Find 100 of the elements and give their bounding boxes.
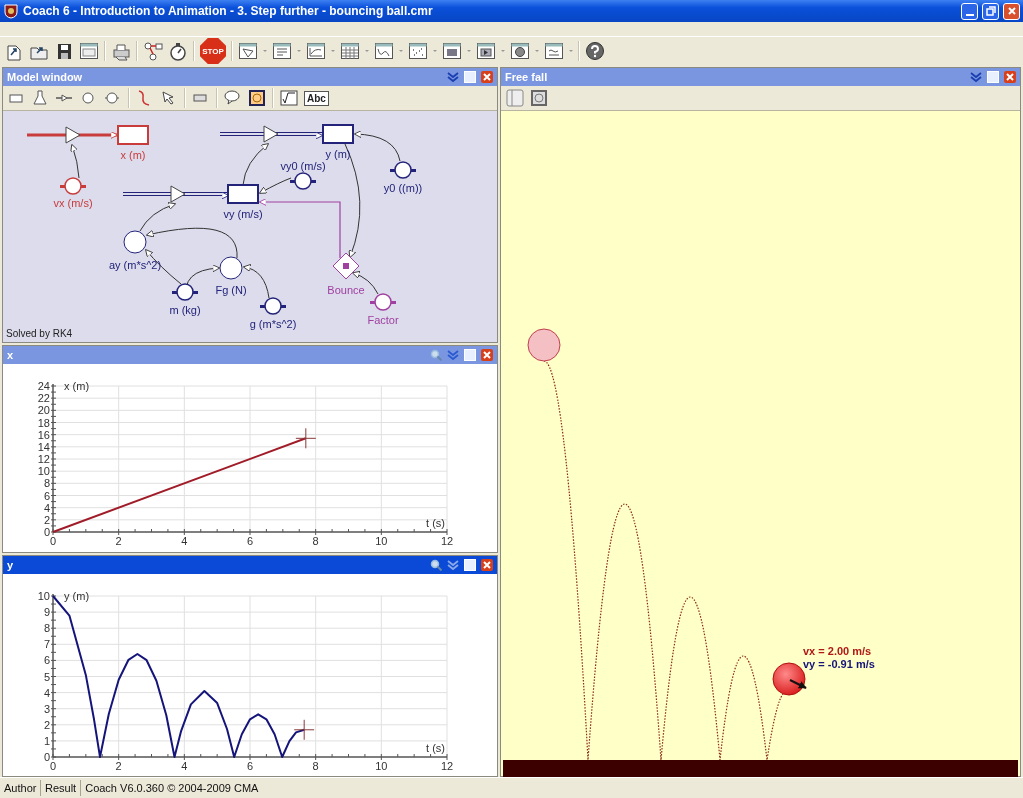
list-window-icon[interactable] [272, 41, 292, 61]
axis-label: x (m) [64, 380, 90, 393]
text-tool-button[interactable]: Abc [304, 90, 329, 106]
printer-icon[interactable] [111, 41, 131, 61]
tick-label: 12 [440, 759, 454, 772]
stock-box[interactable] [322, 124, 354, 144]
node-label: ay (m*s^2) [108, 259, 162, 271]
close-icon[interactable] [481, 349, 493, 362]
help-icon[interactable] [585, 41, 605, 61]
tick-label: 20 [37, 404, 50, 417]
tick-label: 12 [440, 535, 454, 548]
magnifier-icon[interactable] [430, 558, 442, 571]
variable-circle[interactable] [123, 230, 147, 254]
node-label: Bounce [327, 284, 365, 296]
graph-window-icon[interactable] [306, 41, 326, 61]
node-label: Factor [367, 314, 399, 326]
panel-title: x [7, 349, 15, 362]
node-label: vy0 (m/s) [280, 160, 326, 172]
tick-label: 2 [115, 535, 122, 548]
velocity-label: vx = 2.00 m/s [803, 645, 872, 657]
constant-icon[interactable] [104, 89, 122, 107]
tick-label: 10 [375, 759, 388, 772]
tick-label: 0 [43, 526, 50, 539]
tick-label: 9 [43, 605, 50, 618]
tick-label: 8 [312, 535, 319, 548]
close-icon[interactable] [481, 71, 493, 83]
stock-box[interactable] [227, 184, 259, 204]
close-icon[interactable] [481, 558, 493, 571]
stop-button[interactable]: STOP [200, 38, 226, 64]
tick-label: 6 [246, 759, 254, 772]
image-window-icon[interactable] [442, 41, 462, 61]
radical-icon[interactable] [280, 89, 298, 107]
tick-label: 8 [43, 477, 50, 490]
tick-label: 3 [43, 702, 50, 715]
tick-label: 18 [37, 416, 50, 429]
frame-icon[interactable] [248, 89, 266, 107]
video-window-icon[interactable] [476, 41, 496, 61]
speech-bubble-icon[interactable] [224, 89, 242, 107]
tick-label: 6 [43, 654, 50, 667]
connector-arrow [70, 143, 80, 179]
tick-label: 0 [49, 759, 57, 772]
tick-label: 6 [246, 535, 254, 548]
restore-icon [984, 5, 997, 17]
node-label: x (m) [120, 149, 146, 161]
window-icon[interactable] [79, 41, 99, 61]
tick-label: 12 [37, 453, 50, 466]
close-icon[interactable] [1004, 71, 1016, 83]
constant-circle[interactable] [170, 283, 200, 301]
event-diamond[interactable] [332, 252, 360, 280]
triangle-window-icon[interactable] [238, 41, 258, 61]
tick-label: 10 [37, 589, 50, 602]
axis-label: t (s) [426, 517, 445, 530]
node-label: vx (m/s) [53, 197, 93, 209]
node-label: y0 ((m)) [383, 182, 423, 194]
tick-label: 4 [181, 759, 188, 772]
valve-triangle [263, 125, 279, 143]
cursor-crosshair[interactable] [295, 428, 317, 450]
stopwatch-icon[interactable] [168, 41, 188, 61]
node-label: g (m*s^2) [249, 318, 297, 330]
tick-label: 4 [43, 686, 50, 699]
status-text: Result [41, 780, 82, 796]
panel-title: y [7, 558, 15, 571]
table-icon[interactable] [340, 41, 360, 61]
network-icon[interactable] [143, 41, 163, 61]
scatter-window-icon[interactable] [408, 41, 428, 61]
solver-label: Solved by RK4 [6, 328, 73, 340]
chevron-icon[interactable] [447, 558, 459, 571]
velocity-label: vy = -0.91 m/s [803, 658, 875, 670]
status-text: Coach V6.0.360 © 2004-2009 CMA [84, 781, 260, 796]
minimize-button[interactable] [961, 2, 978, 20]
panel-title: Model window [7, 71, 84, 83]
curve-window-icon[interactable] [374, 41, 394, 61]
valve-triangle [65, 126, 81, 144]
tick-label: 2 [43, 718, 50, 731]
tick-label: 7 [43, 637, 50, 650]
tick-label: 4 [43, 501, 50, 514]
variable-circle[interactable] [219, 256, 243, 280]
disc-window-icon[interactable] [510, 41, 530, 61]
panel-title: Free fall [505, 71, 549, 83]
flask-icon[interactable] [32, 89, 50, 107]
chevron-icon[interactable] [970, 71, 982, 83]
tick-label: 0 [49, 535, 57, 548]
constant-circle[interactable] [388, 161, 418, 179]
shield-icon [3, 3, 19, 19]
restore-button[interactable] [982, 2, 999, 20]
text-window-icon[interactable] [544, 41, 564, 61]
maximize-icon[interactable] [464, 558, 476, 571]
tick-label: 8 [43, 621, 50, 634]
constant-circle[interactable] [258, 297, 288, 315]
cursor-crosshair[interactable] [293, 718, 315, 740]
tick-label: 10 [37, 465, 50, 478]
tick-label: 2 [115, 759, 122, 772]
ghost-ball [527, 328, 561, 362]
constant-circle[interactable] [368, 293, 398, 311]
tick-label: 0 [43, 750, 50, 763]
axis-label: t (s) [426, 741, 445, 754]
chevron-icon[interactable] [447, 71, 459, 83]
constant-circle[interactable] [288, 172, 318, 190]
close-button[interactable] [1003, 2, 1020, 20]
magnifier-icon[interactable] [430, 349, 442, 362]
